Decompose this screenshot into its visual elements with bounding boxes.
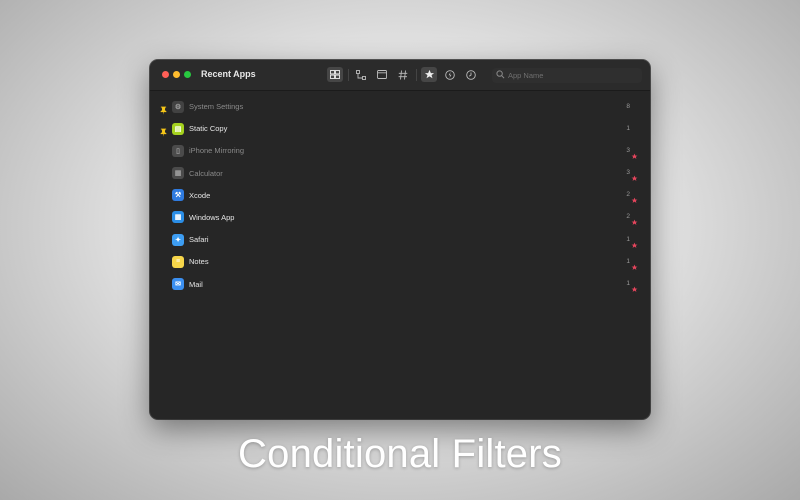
launch-count: 2 [626,213,630,221]
hash-icon [398,69,408,80]
list-item-xcode[interactable]: ⚒ Xcode 2 [150,185,650,207]
list-item-safari[interactable]: ✦ Safari 1 [150,229,650,251]
list-item-iphone-mirroring[interactable]: ▯ iPhone Mirroring 3 [150,140,650,162]
app-name: Safari [189,235,209,245]
zoom-window-button[interactable] [184,71,191,78]
app-name: iPhone Mirroring [189,146,245,156]
app-name: Xcode [189,190,211,200]
list-item-notes[interactable]: ≡ Notes 1 [150,251,650,273]
close-window-button[interactable] [162,71,169,78]
grid-view-button[interactable] [327,67,343,82]
search-icon [496,70,505,79]
gear-icon: ⚙ [172,100,184,113]
clock-icon [466,69,476,80]
star-icon [424,69,434,79]
clipboard-icon: ▤ [172,122,184,135]
launch-count: 2 [626,191,630,199]
window-icon [377,70,387,79]
list-item-calculator[interactable]: ▦ Calculator 3 [150,163,650,185]
iphone-icon: ▯ [172,144,184,157]
app-name: Static Copy [189,124,228,134]
minimize-window-button[interactable] [173,71,180,78]
notepad-icon: ≡ [172,255,184,268]
app-name: Notes [189,257,209,267]
hierarchy-view-button[interactable] [353,67,369,82]
list-item-mail[interactable]: ✉ Mail 1 [150,274,650,296]
launch-count: 1 [626,257,630,265]
calculator-icon: ▦ [172,167,184,180]
toolbar-divider [348,69,349,81]
launch-count: 1 [626,124,630,132]
title-bar: Recent Apps [150,60,650,91]
app-name: Windows App [189,212,235,222]
favorites-filter-button[interactable] [421,67,437,82]
launch-count: 1 [626,280,630,287]
launch-count: 3 [626,146,630,154]
launch-count: 8 [626,102,630,110]
grid-icon [330,70,340,79]
recent-apps-window: Recent Apps App Name ⚙ System Settings 8… [150,60,650,419]
hammer-icon: ⚒ [172,189,184,202]
app-name: System Settings [189,102,244,111]
envelope-icon: ✉ [172,278,184,290]
hierarchy-icon [356,69,366,80]
app-name: Calculator [189,168,223,178]
toolbar-divider [416,69,417,81]
window-title: Recent Apps [201,69,256,79]
app-list: ⚙ System Settings 8 ▤ Static Copy 1 ▯ iP… [150,96,650,296]
caption-title: Conditional Filters [238,432,562,476]
list-item-static-copy[interactable]: ▤ Static Copy 1 [150,118,650,140]
launch-count: 1 [626,235,630,243]
star-icon[interactable] [631,280,638,298]
list-item-system-settings[interactable]: ⚙ System Settings 8 [150,96,650,118]
compass-icon: ✦ [172,233,184,246]
lightning-icon [445,69,455,80]
search-field[interactable] [492,68,642,83]
hash-view-button[interactable] [395,67,411,82]
app-name: Mail [189,279,203,289]
launch-count: 3 [626,169,630,177]
window-view-button[interactable] [374,67,390,82]
recent-filter-button[interactable] [463,67,479,82]
power-filter-button[interactable] [442,67,458,82]
windows-icon: ▦ [172,211,184,224]
search-input[interactable] [508,69,636,82]
list-item-windows-app[interactable]: ▦ Windows App 2 [150,207,650,229]
